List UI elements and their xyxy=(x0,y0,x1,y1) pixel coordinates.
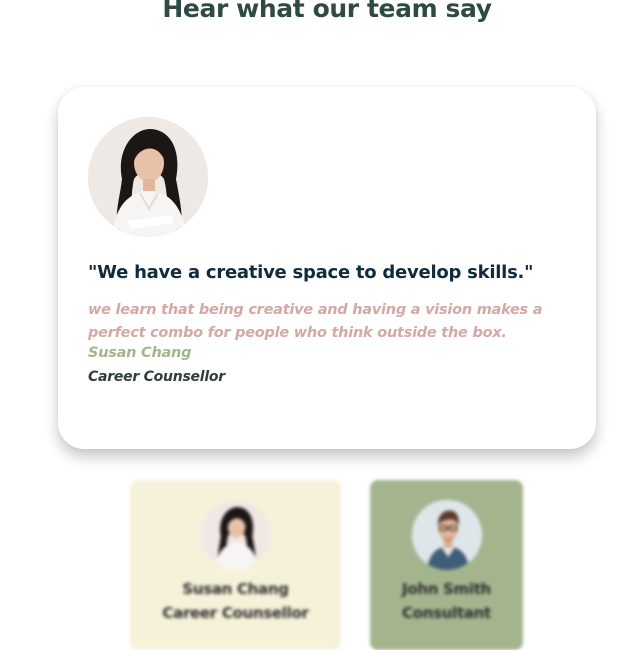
team-card-role: Career Counsellor xyxy=(162,604,309,622)
woman-portrait-icon xyxy=(88,117,208,237)
man-portrait-icon xyxy=(412,500,482,570)
team-card-name: Susan Chang xyxy=(182,580,289,598)
featured-avatar xyxy=(88,117,208,237)
featured-testimonial-card: "We have a creative space to develop ski… xyxy=(58,87,596,449)
team-card-john-smith[interactable]: John Smith Consultant xyxy=(370,480,523,650)
testimonial-author-role: Career Counsellor xyxy=(88,369,225,385)
section-heading: Hear what our team say xyxy=(162,0,492,23)
team-avatar-susan xyxy=(201,500,271,570)
team-card-susan-chang[interactable]: Susan Chang Career Counsellor xyxy=(130,480,341,650)
team-card-name: John Smith xyxy=(402,580,491,598)
woman-portrait-icon xyxy=(201,500,271,570)
testimonial-description: we learn that being creative and having … xyxy=(88,302,543,341)
team-card-role: Consultant xyxy=(402,604,491,622)
testimonial-quote: "We have a creative space to develop ski… xyxy=(88,262,534,283)
testimonial-author-name: Susan Chang xyxy=(88,345,192,361)
team-avatar-john xyxy=(412,500,482,570)
